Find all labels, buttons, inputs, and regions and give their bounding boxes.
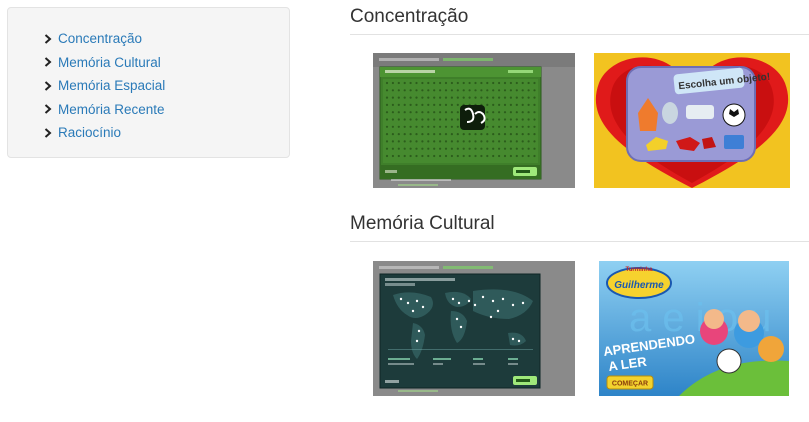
game-thumbnail-object-choice[interactable]: Escolha um objeto! xyxy=(594,53,790,188)
chevron-right-icon xyxy=(44,128,52,138)
brand-label: Turminha xyxy=(626,267,654,273)
chevron-right-icon xyxy=(44,34,52,44)
chevron-right-icon xyxy=(44,81,52,91)
section-divider xyxy=(350,34,809,35)
sidebar-link-memoria-espacial[interactable]: Memória Espacial xyxy=(58,78,165,93)
section-title-memoria-cultural: Memória Cultural xyxy=(350,213,495,234)
sidebar-item-memoria-espacial[interactable]: Memória Espacial xyxy=(44,74,165,98)
start-button-label: COMEÇAR xyxy=(612,381,648,388)
symbols-game-thumbnail xyxy=(373,53,575,188)
chevron-right-icon xyxy=(44,57,52,67)
svg-text:Guilherme: Guilherme xyxy=(614,280,664,291)
learning-to-read-game-thumbnail: a e i o u Turminha Guilherme APRENDENDO … xyxy=(599,261,789,396)
game-thumbnail-world-map[interactable] xyxy=(373,261,575,396)
category-list: Concentração Memória Cultural Memória Es… xyxy=(44,27,165,145)
category-sidebar: Concentração Memória Cultural Memória Es… xyxy=(7,7,290,158)
sidebar-item-raciocinio[interactable]: Raciocínio xyxy=(44,121,165,145)
object-choice-game-thumbnail: Escolha um objeto! xyxy=(594,53,790,188)
game-thumbnail-learning-to-read[interactable]: a e i o u Turminha Guilherme APRENDENDO … xyxy=(599,261,789,396)
chevron-right-icon xyxy=(44,104,52,114)
section-title-concentracao: Concentração xyxy=(350,6,469,27)
sidebar-link-memoria-cultural[interactable]: Memória Cultural xyxy=(58,55,161,70)
sidebar-link-concentracao[interactable]: Concentração xyxy=(58,31,142,46)
game-thumbnail-symbols[interactable] xyxy=(373,53,575,188)
world-map-game-thumbnail xyxy=(373,261,575,396)
sidebar-item-concentracao[interactable]: Concentração xyxy=(44,27,165,51)
section-divider xyxy=(350,241,809,242)
sidebar-item-memoria-cultural[interactable]: Memória Cultural xyxy=(44,51,165,75)
sidebar-link-raciocinio[interactable]: Raciocínio xyxy=(58,125,121,140)
sidebar-link-memoria-recente[interactable]: Memória Recente xyxy=(58,102,165,117)
sidebar-item-memoria-recente[interactable]: Memória Recente xyxy=(44,98,165,122)
